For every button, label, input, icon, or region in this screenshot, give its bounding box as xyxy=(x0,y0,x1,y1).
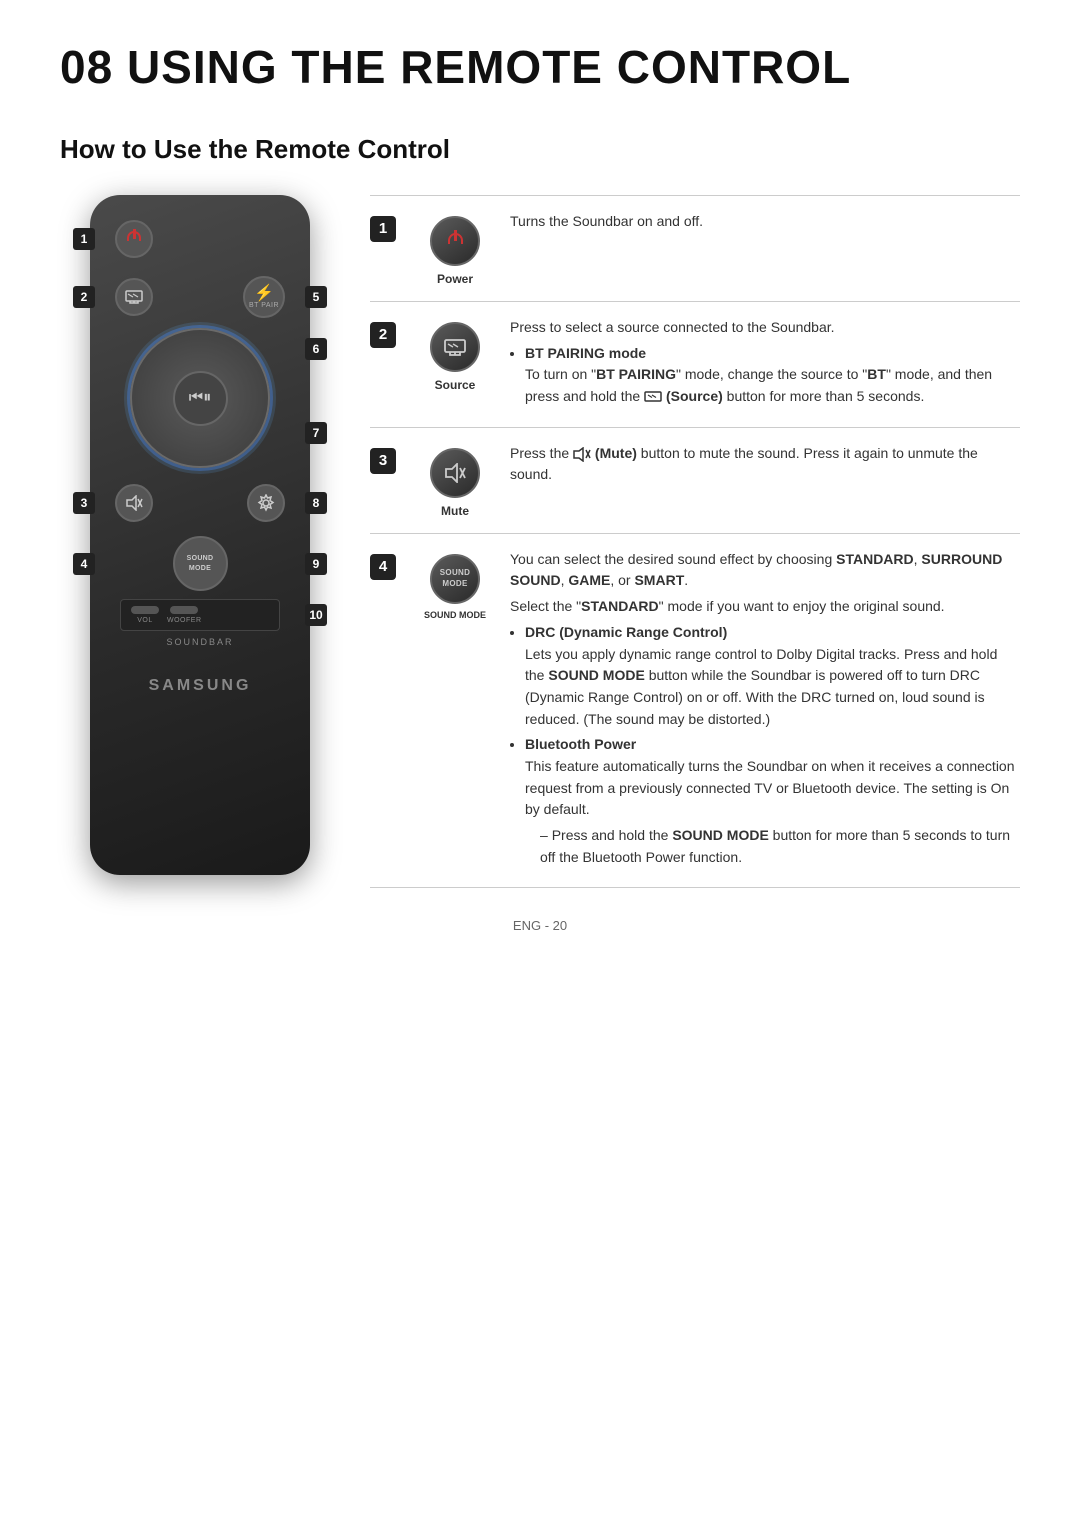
desc-soundmode-btn: SOUNDMODE xyxy=(430,554,480,604)
bluetooth-pair-button[interactable]: ⚡ BT PAIR xyxy=(243,276,285,318)
remote-label-5: 5 xyxy=(305,286,327,308)
desc-icon-mute: Mute xyxy=(410,443,500,518)
desc-mute-label: Mute xyxy=(441,504,469,518)
soundbar-label: SOUNDBAR xyxy=(105,637,295,647)
remote-label-10: 10 xyxy=(305,604,327,626)
remote-label-7: 7 xyxy=(305,422,327,444)
vol-label: VOL xyxy=(137,617,153,624)
desc-num-4: 4 xyxy=(370,549,410,873)
desc-text-1: Turns the Soundbar on and off. xyxy=(500,211,1020,286)
remote-dpad-area: 6 7 ⏮⏸ xyxy=(105,328,295,468)
description-table: 1 Power Turns the Soundbar on and off. 2 xyxy=(370,195,1020,888)
main-content: 1 2 5 ⚡ BT PAIR xyxy=(60,195,1020,888)
samsung-brand: SAMSUNG xyxy=(105,677,295,695)
remote-row-soundmode: 4 9 SOUND MODE xyxy=(105,536,295,591)
desc-mute-btn xyxy=(430,448,480,498)
vol-slider[interactable]: VOL xyxy=(131,606,159,624)
desc-row-1: 1 Power Turns the Soundbar on and off. xyxy=(370,195,1020,301)
sound-mode-button[interactable]: SOUND MODE xyxy=(173,536,228,591)
remote-label-4: 4 xyxy=(73,553,95,575)
remote-label-2: 2 xyxy=(73,286,95,308)
remote-row-power: 1 xyxy=(105,220,295,258)
remote-label-8: 8 xyxy=(305,492,327,514)
source-button[interactable] xyxy=(115,278,153,316)
desc-num-1: 1 xyxy=(370,211,410,286)
remote-row-source-bt: 2 5 ⚡ BT PAIR xyxy=(105,276,295,318)
page-title: 08 USING THE REMOTE CONTROL xyxy=(60,40,1020,94)
desc-text-3: Press the (Mute) button to mute the soun… xyxy=(500,443,1020,518)
dpad-outer[interactable]: ⏮⏸ xyxy=(130,328,270,468)
desc-text-2: Press to select a source connected to th… xyxy=(500,317,1020,412)
remote-row-sliders: 10 VOL WOOFER xyxy=(105,599,295,631)
remote-label-3: 3 xyxy=(73,492,95,514)
bt-pair-label: BT PAIR xyxy=(249,302,279,309)
desc-num-3: 3 xyxy=(370,443,410,518)
play-pause-button[interactable]: ⏮⏸ xyxy=(173,371,228,426)
desc-num-2: 2 xyxy=(370,317,410,412)
desc-row-4: 4 SOUNDMODE SOUND MODE You can select th… xyxy=(370,533,1020,889)
remote-container: 1 2 5 ⚡ BT PAIR xyxy=(60,195,340,888)
soundmode-text-2: MODE xyxy=(189,564,211,573)
desc-soundmode-label: SOUND MODE xyxy=(424,610,486,620)
mute-button[interactable] xyxy=(115,484,153,522)
soundmode-text-1: SOUND xyxy=(187,554,214,563)
settings-button[interactable] xyxy=(247,484,285,522)
desc-icon-source: Source xyxy=(410,317,500,412)
desc-text-4: You can select the desired sound effect … xyxy=(500,549,1020,873)
woofer-label: WOOFER xyxy=(167,617,202,624)
page-number: ENG - 20 xyxy=(513,918,567,933)
desc-icon-power: Power xyxy=(410,211,500,286)
sliders-box: VOL WOOFER xyxy=(120,599,280,631)
woofer-slider[interactable]: WOOFER xyxy=(167,606,202,624)
desc-row-3: 3 Mute Press the (Mute) button to mute t… xyxy=(370,427,1020,533)
desc-row-2: 2 Source Press to select a source connec… xyxy=(370,301,1020,427)
section-title: How to Use the Remote Control xyxy=(60,134,1020,165)
desc-source-label: Source xyxy=(435,378,476,392)
desc-power-label: Power xyxy=(437,272,473,286)
remote-label-6: 6 xyxy=(305,338,327,360)
remote-row-mute-settings: 3 8 xyxy=(105,484,295,522)
power-button[interactable] xyxy=(115,220,153,258)
desc-icon-soundmode: SOUNDMODE SOUND MODE xyxy=(410,549,500,873)
page-footer: ENG - 20 xyxy=(60,918,1020,933)
desc-source-btn xyxy=(430,322,480,372)
remote-label-1: 1 xyxy=(73,228,95,250)
remote-control: 1 2 5 ⚡ BT PAIR xyxy=(90,195,310,875)
remote-label-9: 9 xyxy=(305,553,327,575)
desc-power-btn xyxy=(430,216,480,266)
